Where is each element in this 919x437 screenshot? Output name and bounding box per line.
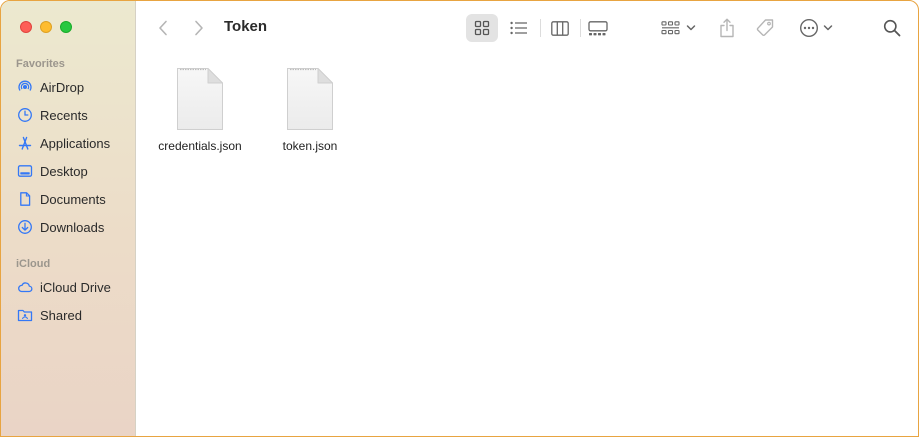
- sidebar-item-downloads[interactable]: Downloads: [17, 216, 104, 238]
- forward-button[interactable]: [190, 18, 208, 38]
- file-item[interactable]: credentials.json: [145, 67, 255, 153]
- group-button[interactable]: [657, 14, 699, 42]
- ellipsis-circle-icon: [799, 18, 819, 38]
- tag-button[interactable]: [753, 14, 777, 42]
- document-icon: [20, 192, 31, 206]
- file-item[interactable]: token.json: [255, 67, 365, 153]
- sidebar-item-applications[interactable]: Applications: [17, 132, 110, 154]
- group-icon: [660, 21, 680, 35]
- sidebar-item-label: Recents: [40, 107, 88, 123]
- shared-folder-icon: [17, 309, 33, 322]
- clock-icon: [18, 108, 32, 122]
- column-view-icon: [551, 20, 569, 36]
- share-button[interactable]: [715, 14, 739, 42]
- desktop-icon: [17, 165, 33, 177]
- chevron-left-icon: [159, 20, 167, 36]
- zoom-button[interactable]: [60, 21, 72, 33]
- sidebar-item-recents[interactable]: Recents: [17, 104, 88, 126]
- sidebar-section-favorites: Favorites: [16, 58, 65, 70]
- icon-view-button[interactable]: [466, 14, 498, 42]
- download-icon: [18, 220, 32, 234]
- sidebar-item-label: Documents: [40, 191, 106, 207]
- close-button[interactable]: [20, 21, 32, 33]
- grid-view-icon: [474, 20, 490, 36]
- toolbar-divider: [540, 19, 541, 37]
- chevron-right-icon: [195, 20, 203, 36]
- sidebar-item-label: AirDrop: [40, 79, 85, 95]
- sidebar-item-label: Downloads: [40, 219, 105, 235]
- sidebar-item-desktop[interactable]: Desktop: [17, 160, 88, 182]
- share-icon: [720, 18, 734, 38]
- back-button[interactable]: [154, 18, 172, 38]
- gallery-view-icon: [588, 20, 608, 35]
- sidebar-item-label: Applications: [40, 135, 111, 151]
- window-title: Token: [224, 18, 268, 35]
- toolbar-divider: [580, 19, 581, 37]
- file-name: credentials.json: [158, 139, 242, 153]
- applications-icon: [18, 136, 32, 150]
- gallery-view-button[interactable]: [583, 14, 613, 42]
- sidebar-item-airdrop[interactable]: AirDrop: [17, 76, 84, 98]
- airdrop-icon: [18, 80, 32, 91]
- json-document-icon: [287, 68, 333, 130]
- column-view-button[interactable]: [545, 14, 575, 42]
- chevron-down-icon: [686, 25, 695, 31]
- search-button[interactable]: [880, 14, 904, 42]
- list-view-icon: [510, 21, 527, 35]
- chevron-down-icon: [823, 25, 833, 31]
- search-icon: [883, 19, 901, 37]
- cloud-icon: [18, 282, 33, 293]
- sidebar: Favorites AirDrop Recents Applications D…: [1, 1, 136, 436]
- file-name: token.json: [282, 139, 338, 153]
- json-document-icon: [177, 68, 223, 130]
- sidebar-item-documents[interactable]: Documents: [17, 188, 106, 210]
- finder-window: Favorites AirDrop Recents Applications D…: [0, 0, 919, 437]
- sidebar-item-label: Desktop: [40, 163, 88, 179]
- list-view-button[interactable]: [504, 14, 534, 42]
- tag-icon: [756, 19, 774, 37]
- sidebar-item-shared[interactable]: Shared: [17, 304, 82, 326]
- more-actions-button[interactable]: [796, 14, 836, 42]
- sidebar-item-icloud-drive[interactable]: iCloud Drive: [17, 276, 111, 298]
- window-controls: [20, 21, 72, 33]
- sidebar-item-label: iCloud Drive: [40, 279, 111, 295]
- sidebar-item-label: Shared: [40, 307, 82, 323]
- sidebar-section-icloud: iCloud: [16, 258, 51, 270]
- minimize-button[interactable]: [40, 21, 52, 33]
